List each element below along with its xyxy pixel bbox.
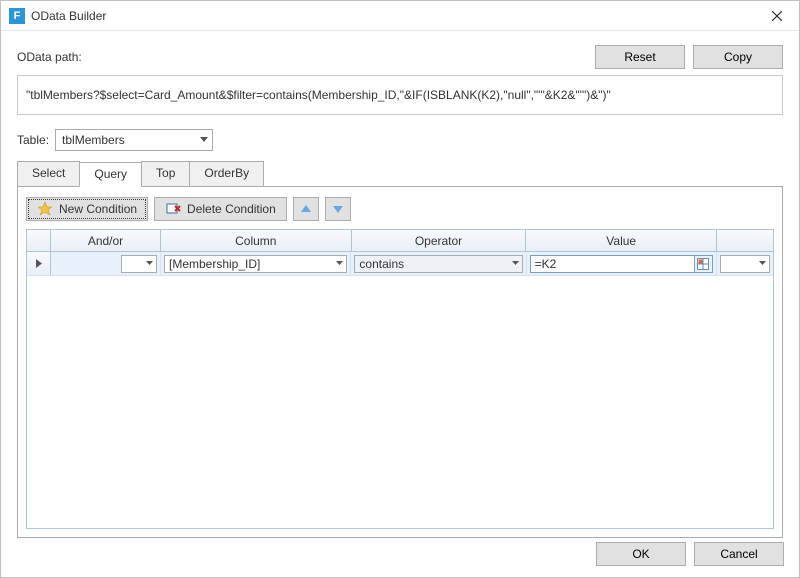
odata-path-display: "tblMembers?$select=Card_Amount&$filter=… [17,75,783,115]
reset-button[interactable]: Reset [595,45,685,69]
grid-header-indicator [27,230,51,251]
value-picker-button[interactable] [695,255,713,273]
grid-header-value: Value [526,230,717,251]
move-down-button[interactable] [325,197,351,221]
delete-condition-icon [165,201,181,217]
tab-panel-query: New Condition Delete Condition [17,186,783,538]
window-title: OData Builder [31,9,106,23]
conditions-grid: And/or Column Operator Value [26,229,774,529]
chevron-down-icon [146,261,153,266]
operator-select[interactable]: contains [354,255,522,273]
andor-select[interactable] [121,255,157,273]
grid-header-column: Column [161,230,352,251]
table-select-value: tblMembers [62,133,125,147]
close-icon [772,11,782,21]
table-row[interactable]: [Membership_ID] contains [27,252,773,276]
new-condition-label: New Condition [59,202,137,216]
app-icon: F [9,8,25,24]
cancel-button[interactable]: Cancel [694,542,784,566]
table-label: Table: [17,133,49,147]
column-select[interactable]: [Membership_ID] [164,255,347,273]
arrow-up-icon [301,205,311,213]
new-condition-icon [37,201,53,217]
close-button[interactable] [755,1,799,31]
column-value: [Membership_ID] [169,257,260,271]
tab-orderby[interactable]: OrderBy [189,161,264,186]
dialog-footer: OK Cancel [596,542,784,566]
delete-condition-label: Delete Condition [187,202,276,216]
tab-select[interactable]: Select [17,161,80,186]
odata-path-value: "tblMembers?$select=Card_Amount&$filter=… [26,88,611,102]
tab-strip: Select Query Top OrderBy [17,161,783,186]
chevron-down-icon [200,137,208,143]
table-select[interactable]: tblMembers [55,129,213,151]
value-input[interactable]: =K2 [530,255,695,273]
arrow-down-icon [333,205,343,213]
grid-header: And/or Column Operator Value [27,230,773,252]
value-text: =K2 [535,257,557,271]
last-select[interactable] [720,255,770,273]
grid-header-last [717,230,773,251]
cell-reference-icon [697,258,709,270]
query-toolbar: New Condition Delete Condition [26,197,774,221]
ok-button[interactable]: OK [596,542,686,566]
title-bar: F OData Builder [1,1,799,31]
chevron-down-icon [759,261,766,266]
grid-header-operator: Operator [352,230,527,251]
copy-button[interactable]: Copy [693,45,783,69]
row-indicator-icon [27,252,51,275]
chevron-down-icon [512,261,519,266]
delete-condition-button[interactable]: Delete Condition [154,197,287,221]
tab-top[interactable]: Top [141,161,190,186]
odata-path-label: OData path: [17,50,82,64]
grid-header-andor: And/or [51,230,161,251]
tab-query[interactable]: Query [79,162,142,187]
new-condition-button[interactable]: New Condition [26,197,148,221]
move-up-button[interactable] [293,197,319,221]
operator-value: contains [359,257,404,271]
chevron-down-icon [336,261,343,266]
